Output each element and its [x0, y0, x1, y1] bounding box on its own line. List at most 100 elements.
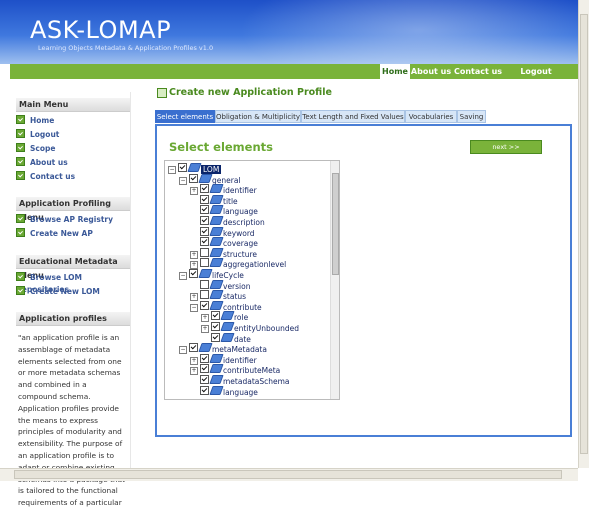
tab-text-length[interactable]: Text Length and Fixed Values	[301, 110, 405, 123]
check-bullet-icon	[16, 143, 25, 152]
node-checkbox[interactable]	[200, 194, 209, 204]
tree-node[interactable]: language	[190, 385, 258, 397]
tab-saving[interactable]: Saving	[457, 110, 486, 123]
tree-node[interactable]: − LOM	[168, 163, 222, 174]
node-checkbox[interactable]	[178, 163, 187, 172]
node-checkbox[interactable]	[200, 247, 209, 257]
tree-node[interactable]: keyword	[190, 226, 255, 238]
tree-node[interactable]: − metaMetadata	[179, 343, 267, 355]
section-title: Select elements	[169, 140, 273, 154]
tree-node[interactable]: + aggregationlevel	[190, 258, 286, 270]
check-bullet-icon	[16, 171, 25, 180]
node-checkbox[interactable]	[200, 205, 209, 215]
element-tree[interactable]: − LOM − general + identifier title language desc…	[164, 160, 340, 400]
horizontal-scroll-thumb[interactable]	[14, 470, 562, 479]
tree-node[interactable]: description	[190, 216, 265, 227]
tab-select-elements[interactable]: Select elements	[155, 110, 215, 123]
element-node-icon	[187, 163, 202, 172]
node-checkbox[interactable]	[189, 269, 198, 278]
node-checkbox[interactable]	[200, 216, 209, 225]
tree-node[interactable]: + role	[201, 311, 248, 323]
page-horizontal-scrollbar[interactable]	[0, 468, 578, 481]
node-checkbox[interactable]	[189, 173, 198, 183]
nav-contact-us[interactable]: Contact us	[453, 64, 503, 79]
tree-scrollbar[interactable]	[330, 161, 339, 399]
tree-node[interactable]: − general	[179, 173, 241, 185]
tree-node[interactable]: + status	[190, 290, 246, 302]
element-node-icon	[209, 375, 224, 384]
tree-node[interactable]: + identifier	[190, 353, 257, 365]
tree-node[interactable]: language	[190, 205, 258, 216]
node-checkbox[interactable]	[200, 290, 209, 300]
menu-item-create-new-lom[interactable]: Create New LOM	[16, 286, 100, 298]
page-vertical-scrollbar[interactable]	[578, 0, 589, 468]
collapse-icon[interactable]: −	[179, 346, 187, 355]
collapse-icon[interactable]: −	[190, 303, 198, 312]
node-checkbox[interactable]	[189, 343, 198, 353]
menu-item-home[interactable]: Home	[16, 115, 54, 127]
check-bullet-icon	[16, 115, 25, 124]
nav-about-us[interactable]: About us	[410, 64, 452, 79]
tab-obligation-multiplicity[interactable]: Obligation & Multiplicity	[215, 110, 301, 123]
node-checkbox[interactable]	[211, 332, 220, 342]
element-node-icon	[209, 279, 224, 289]
node-checkbox[interactable]	[200, 279, 209, 289]
node-checkbox[interactable]	[200, 375, 209, 384]
element-node-icon	[209, 194, 224, 204]
tree-node[interactable]: coverage	[190, 237, 258, 248]
tree-node[interactable]: + structure	[190, 247, 257, 259]
tree-node[interactable]: + entityUnbounded	[201, 322, 299, 333]
site-logo[interactable]: ASK-LOMAP	[30, 16, 171, 44]
next-button[interactable]: next >>	[470, 140, 542, 154]
tree-node[interactable]: + contributeMeta	[190, 364, 280, 376]
element-node-icon	[209, 353, 224, 363]
nav-logout[interactable]: Logout adonop	[504, 64, 568, 91]
node-checkbox[interactable]	[211, 322, 220, 331]
collapse-icon[interactable]: −	[179, 272, 187, 280]
nav-home[interactable]: Home	[380, 64, 410, 79]
tree-node[interactable]: + identifier	[190, 184, 257, 196]
element-node-icon	[209, 216, 224, 225]
profiles-description: "an application profile is an assemblage…	[18, 333, 125, 508]
collapse-icon[interactable]: −	[168, 166, 176, 174]
tree-node[interactable]: title	[190, 194, 238, 206]
element-node-icon	[198, 173, 213, 183]
tree-scroll-thumb[interactable]	[332, 173, 339, 275]
menu-item-browse-lom-repositories[interactable]: Browse LOM Repositories	[16, 272, 130, 294]
edu-menu-title: Educational Metadata Menu	[16, 255, 130, 280]
element-node-icon	[209, 364, 224, 374]
menu-item-browse-ap-registry[interactable]: Browse AP Registry	[16, 214, 113, 226]
tree-node[interactable]: metadataSchema	[190, 375, 290, 386]
tree-node[interactable]: date	[201, 332, 251, 344]
check-bullet-icon	[16, 157, 25, 166]
tree-node-label[interactable]: language	[223, 388, 258, 397]
node-checkbox[interactable]	[200, 184, 209, 194]
node-checkbox[interactable]	[200, 353, 209, 363]
top-navigation: Home About us Contact us Logout adonop	[10, 64, 578, 91]
node-checkbox[interactable]	[200, 226, 209, 236]
vertical-scroll-thumb[interactable]	[580, 14, 588, 454]
menu-item-logout[interactable]: Logout	[16, 129, 59, 141]
element-node-icon	[209, 205, 224, 215]
tree-node[interactable]: − contribute	[190, 300, 262, 312]
node-checkbox[interactable]	[200, 364, 209, 374]
page-icon	[157, 88, 167, 98]
menu-item-about-us[interactable]: About us	[16, 157, 68, 169]
tree-node[interactable]: version	[190, 279, 250, 291]
main-menu-title: Main Menu	[16, 98, 130, 112]
node-checkbox[interactable]	[200, 237, 209, 247]
node-checkbox[interactable]	[200, 258, 209, 268]
tree-node[interactable]: − lifeCycle	[179, 269, 244, 280]
node-checkbox[interactable]	[200, 385, 209, 395]
menu-item-create-new-ap[interactable]: Create New AP	[16, 228, 93, 240]
node-checkbox[interactable]	[200, 300, 209, 310]
menu-item-contact-us[interactable]: Contact us	[16, 171, 75, 183]
collapse-icon[interactable]: −	[179, 176, 187, 185]
node-checkbox[interactable]	[211, 311, 220, 321]
menu-item-scope[interactable]: Scope	[16, 143, 55, 155]
tab-vocabularies[interactable]: Vocabularies	[405, 110, 457, 123]
site-tagline: Learning Objects Metadata & Application …	[38, 44, 214, 52]
